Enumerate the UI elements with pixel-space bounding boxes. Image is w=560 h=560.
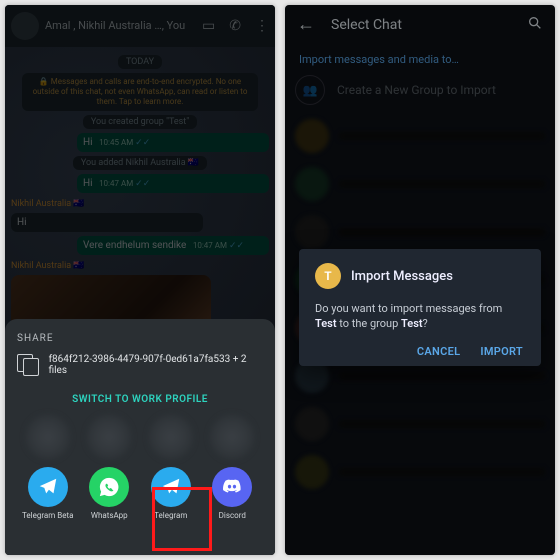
overflow-menu-icon[interactable]: ⋮ [255, 18, 269, 34]
telegram-icon [28, 467, 68, 507]
share-target-blurred[interactable] [26, 415, 70, 459]
share-target-blurred[interactable] [87, 415, 131, 459]
read-ticks-icon: ✓✓ [229, 241, 244, 251]
system-message: You created group "Test" [83, 115, 197, 129]
share-targets-row-1 [17, 415, 263, 459]
outgoing-bubble[interactable]: Hi 10:47 AM✓✓ [77, 174, 269, 193]
share-target-telegram-beta[interactable]: Telegram Beta [19, 467, 77, 520]
dialog-avatar: T [315, 263, 341, 289]
highlight-box [152, 487, 212, 551]
dialog-title: Import Messages [351, 269, 453, 284]
cancel-button[interactable]: CANCEL [417, 345, 460, 358]
share-filename: f864f212-3986-4479-907f-0ed61a7fa533 + 2… [49, 354, 263, 376]
switch-work-profile-button[interactable]: SWITCH TO WORK PROFILE [72, 394, 208, 405]
share-target-blurred[interactable] [149, 415, 193, 459]
read-ticks-icon: ✓✓ [135, 138, 150, 148]
outgoing-bubble[interactable]: Vere endhelum sendike 10:47 AM✓✓ [77, 236, 269, 255]
discord-icon [212, 467, 252, 507]
android-share-sheet: SHARE f864f212-3986-4479-907f-0ed61a7fa5… [5, 319, 275, 555]
share-targets-row-2: Telegram Beta WhatsApp Telegram Discord [17, 467, 263, 522]
read-ticks-icon: ✓✓ [135, 179, 150, 189]
share-label: SHARE [17, 333, 263, 344]
group-avatar[interactable] [11, 12, 39, 40]
whatsapp-chat-header: Amal , Nikhil Australia …, You ▭ ✆ ⋮ [5, 5, 275, 47]
dialog-body: Do you want to import messages from Test… [315, 301, 525, 331]
video-call-icon[interactable]: ▭ [202, 18, 215, 34]
files-icon [17, 354, 39, 376]
voice-call-icon[interactable]: ✆ [229, 18, 241, 34]
import-button[interactable]: IMPORT [480, 345, 523, 358]
encryption-notice[interactable]: 🔒 Messages and calls are end-to-end encr… [22, 73, 258, 111]
share-target-blurred[interactable] [210, 415, 254, 459]
share-file-row[interactable]: f864f212-3986-4479-907f-0ed61a7fa533 + 2… [17, 354, 263, 376]
phone-right-telegram: ← Select Chat Import messages and media … [285, 5, 555, 555]
outgoing-bubble[interactable]: Hi 10:45 AM✓✓ [77, 133, 269, 152]
chat-title[interactable]: Amal , Nikhil Australia …, You [45, 19, 185, 32]
sender-name: Nikhil Australia 🇦🇺 [11, 199, 269, 209]
import-messages-dialog: T Import Messages Do you want to import … [299, 249, 541, 366]
incoming-bubble[interactable]: Hi [11, 213, 203, 232]
share-target-whatsapp[interactable]: WhatsApp [80, 467, 138, 520]
whatsapp-icon [89, 467, 129, 507]
sender-name: Nikhil Australia 🇦🇺 [11, 261, 269, 271]
phone-left-whatsapp: Amal , Nikhil Australia …, You ▭ ✆ ⋮ TOD… [5, 5, 275, 555]
system-message: You added Nikhil Australia 🇦🇺 [73, 156, 207, 170]
date-pill: TODAY [118, 55, 162, 69]
